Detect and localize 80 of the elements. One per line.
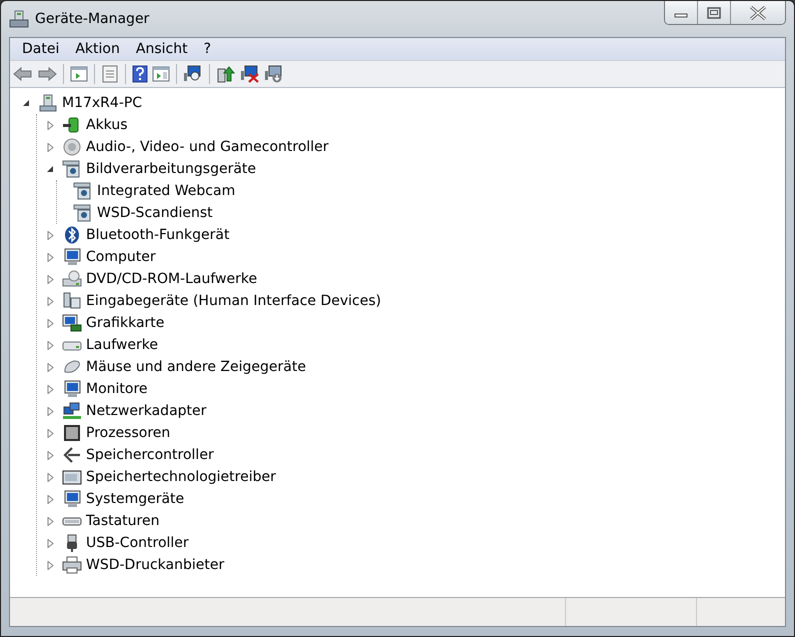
expand-arrow-icon[interactable] [46,538,55,548]
forward-arrow-icon[interactable] [37,66,57,82]
tree-item[interactable]: Laufwerke [85,337,158,353]
close-icon [749,6,767,20]
expand-arrow-icon[interactable] [46,340,55,350]
expand-arrow-icon[interactable] [46,516,55,526]
tree-item[interactable]: M17xR4-PC [61,95,142,111]
help-icon[interactable] [132,65,148,83]
camera-icon [73,204,93,222]
properties-icon[interactable] [101,65,119,83]
tree-item[interactable]: Prozessoren [85,425,170,441]
tree-item[interactable]: Audio-, Video- und Gamecontroller [85,139,329,155]
expand-arrow-icon[interactable] [46,428,55,438]
tree-item[interactable]: Systemgeräte [85,491,184,507]
computer-tower-icon [38,94,58,112]
uninstall-icon[interactable] [240,65,260,83]
expand-arrow-icon[interactable] [46,274,55,284]
chip-icon [62,424,82,442]
speaker-icon [62,138,82,156]
update-driver-icon[interactable] [216,65,236,83]
computer-icon [62,490,82,508]
camera-icon [73,182,93,200]
tree-item[interactable]: Speichertechnologietreiber [85,469,276,485]
tree-item[interactable]: WSD-Scandienst [96,205,213,221]
tree-item[interactable]: DVD/CD-ROM-Laufwerke [85,271,258,287]
tree-item[interactable]: Eingabegeräte (Human Interface Devices) [85,293,382,309]
scan-hardware-icon[interactable] [183,65,203,83]
expand-arrow-icon[interactable] [46,318,55,328]
collapse-arrow-icon[interactable] [46,164,55,174]
menu-item[interactable]: Aktion [67,41,128,57]
menu-item[interactable]: Ansicht [128,41,196,57]
expand-arrow-icon[interactable] [46,450,55,460]
tree-item[interactable]: Bluetooth-Funkgerät [85,227,230,243]
mouse-icon [62,358,82,376]
close-button[interactable] [731,1,785,24]
collapse-arrow-icon[interactable] [22,98,31,108]
memory-icon [62,468,82,486]
expand-arrow-icon[interactable] [46,230,55,240]
printer-icon [62,556,82,574]
expand-arrow-icon[interactable] [46,494,55,504]
expand-arrow-icon[interactable] [46,296,55,306]
disable-device-icon[interactable] [264,65,284,83]
maximize-icon [707,6,721,18]
tree-item[interactable]: Grafikkarte [85,315,164,331]
input-device-icon [62,292,82,310]
tree-item[interactable]: Mäuse und andere Zeigegeräte [85,359,306,375]
tree-item[interactable]: Netzwerkadapter [85,403,206,419]
tree-item[interactable]: WSD-Druckanbieter [85,557,224,573]
expand-arrow-icon[interactable] [46,384,55,394]
expand-arrow-icon[interactable] [46,472,55,482]
network-icon [62,402,82,420]
computer-icon [62,248,82,266]
expand-arrow-icon[interactable] [46,252,55,262]
app-icon [9,9,29,29]
tree-item[interactable]: USB-Controller [85,535,189,551]
display-adapter-icon [62,314,82,332]
expand-arrow-icon[interactable] [46,406,55,416]
action-pane-icon[interactable] [152,66,170,82]
camera-icon [62,160,82,178]
maximize-button[interactable] [698,1,731,24]
bluetooth-icon [62,226,82,244]
expand-arrow-icon[interactable] [46,142,55,152]
tree-item[interactable]: Computer [85,249,156,265]
expand-arrow-icon[interactable] [46,120,55,130]
expand-arrow-icon[interactable] [46,362,55,372]
tree-item[interactable]: Tastaturen [85,513,160,529]
tree-item[interactable]: Bildverarbeitungsgeräte [85,161,256,177]
menu-item[interactable]: ? [196,41,220,57]
tree-item[interactable]: Speichercontroller [85,447,214,463]
menu-item[interactable]: Datei [14,41,68,57]
tree-item[interactable]: Monitore [85,381,148,397]
expand-arrow-icon[interactable] [46,560,55,570]
monitor-icon [62,380,82,398]
tree-item[interactable]: Akkus [85,117,128,133]
disc-drive-icon [62,270,82,288]
minimize-button[interactable] [665,1,698,24]
tree-item[interactable]: Integrated Webcam [96,183,236,199]
console-tree-icon[interactable] [70,66,88,82]
back-arrow-icon[interactable] [13,66,33,82]
window-title: Geräte-Manager [35,11,150,27]
